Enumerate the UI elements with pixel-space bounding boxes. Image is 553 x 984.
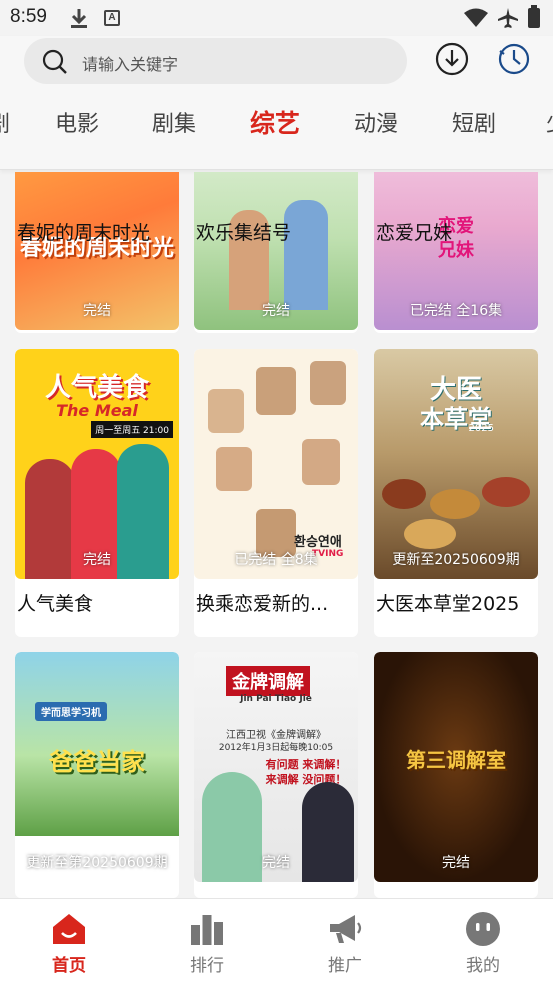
video-card[interactable]: 大医 本草堂 2025 更新至20250609期 大医本草堂2025: [374, 349, 538, 637]
nav-ranking[interactable]: 排行: [138, 899, 276, 984]
video-card[interactable]: 完结 欢乐集结号: [194, 172, 358, 333]
poster-title-line2: 本草堂: [420, 405, 492, 433]
poster-year: 2025: [468, 423, 494, 434]
video-card[interactable]: 学而思学习机 爸爸当家 更新至第20250609期: [15, 652, 179, 898]
nav-label: 首页: [52, 956, 86, 976]
poster-schedule: 周一至周五 21:00: [91, 421, 173, 438]
status-badge: 完结: [262, 303, 290, 319]
poster-pinyin: Jin Pai Tiao Jie: [240, 694, 312, 704]
status-badge: 更新至20250609期: [392, 552, 520, 568]
poster-image: 完结: [194, 172, 358, 330]
status-time: 8:59: [10, 6, 47, 27]
poster-schedule: 2012年1月3日起每晚10:05: [218, 743, 334, 753]
poster-title: 第三调解室: [406, 748, 506, 772]
poster-image: 환승연애 TVING 已完结 全8集: [194, 349, 358, 579]
nav-home[interactable]: 首页: [0, 899, 138, 984]
poster-sponsor: 学而思学习机: [35, 702, 107, 721]
bottom-nav: 首页 排行 推广 我的: [0, 898, 553, 984]
status-badge: 完结: [83, 552, 111, 568]
status-bar: 8:59 A: [0, 0, 553, 36]
search-placeholder: 请输入关键字: [82, 55, 179, 74]
poster-subtitle: The Meal: [56, 401, 138, 420]
nav-label: 排行: [190, 956, 224, 976]
download-button[interactable]: [435, 42, 469, 76]
poster-image: 学而思学习机 爸爸当家 更新至第20250609期: [15, 652, 179, 882]
status-badge: 已完结 全8集: [234, 552, 318, 568]
megaphone-icon: [330, 915, 362, 943]
status-badge: 完结: [83, 303, 111, 319]
ranking-icon: [191, 915, 223, 945]
search-icon: [42, 49, 67, 74]
tab-series[interactable]: 剧集: [152, 106, 196, 138]
poster-image: 春妮的周末时光 完结: [15, 172, 179, 330]
wifi-icon: [464, 8, 488, 27]
category-tabs: 剧 电影 剧集 综艺 动漫 短剧 少: [0, 106, 553, 146]
tab-partial-right[interactable]: 少: [546, 106, 553, 138]
profile-icon: [466, 912, 500, 946]
card-title: 换乘恋爱新的...: [196, 593, 329, 615]
poster-slogan-1: 有问题 来调解！: [265, 758, 347, 771]
tab-anime[interactable]: 动漫: [354, 106, 398, 138]
poster-image: 人气美食 The Meal 周一至周五 21:00 完结: [15, 349, 179, 579]
status-badge: 已完结 全16集: [409, 303, 503, 319]
video-card[interactable]: 人气美食 The Meal 周一至周五 21:00 完结 人气美食: [15, 349, 179, 637]
tab-partial-left[interactable]: 剧: [0, 106, 10, 138]
poster-title: 金牌调解: [226, 666, 310, 696]
status-badge: 完结: [442, 855, 470, 871]
card-title: 人气美食: [17, 593, 94, 615]
nav-profile[interactable]: 我的: [414, 899, 552, 984]
poster-image: 金牌调解 Jin Pai Tiao Jie 江西卫视《金牌调解》 2012年1月…: [194, 652, 358, 882]
card-title: 大医本草堂2025: [376, 593, 520, 615]
status-badge: 更新至第20250609期: [26, 855, 168, 871]
card-title: 欢乐集结号: [196, 222, 292, 244]
poster-channel: 江西卫视《金牌调解》: [226, 730, 326, 741]
video-card[interactable]: 金牌调解 Jin Pai Tiao Jie 江西卫视《金牌调解》 2012年1月…: [194, 652, 358, 898]
poster-image: 第三调解室 完结: [374, 652, 538, 882]
poster-image: 大医 本草堂 2025 更新至20250609期: [374, 349, 538, 579]
video-card[interactable]: 第三调解室 完结: [374, 652, 538, 898]
search-bar[interactable]: 请输入关键字: [24, 38, 407, 84]
history-button[interactable]: [497, 42, 531, 76]
battery-icon: [528, 5, 540, 28]
home-icon: [53, 914, 85, 944]
status-badge: 完结: [262, 855, 290, 871]
poster-image: 恋爱 兄妹 已完结 全16集: [374, 172, 538, 330]
content-grid: 春妮的周末时光 完结 春妮的周末时光 完结 欢乐集结号 恋爱 兄妹 已完结 全1…: [0, 172, 553, 898]
app: 8:59 A 请输入关键字 电影 剧集 综艺 动漫 短剧 春妮的周末时光 完结 …: [0, 0, 553, 984]
header: 请输入关键字 剧 电影 剧集 综艺 动漫 短剧 少: [0, 36, 553, 170]
poster-title: 人气美食: [44, 373, 149, 403]
nav-promotion[interactable]: 推广: [276, 899, 414, 984]
tab-variety[interactable]: 综艺: [250, 104, 300, 140]
video-card[interactable]: 환승연애 TVING 已完结 全8集 换乘恋爱新的...: [194, 349, 358, 637]
tab-short-drama[interactable]: 短剧: [452, 106, 496, 138]
tab-movie[interactable]: 电影: [55, 106, 99, 138]
download-status-icon: [71, 9, 87, 28]
a-status-icon: A: [104, 10, 120, 26]
video-card[interactable]: 恋爱 兄妹 已完结 全16集 恋爱兄妹: [374, 172, 538, 333]
poster-title: 爸爸当家: [49, 748, 145, 776]
video-card[interactable]: 春妮的周末时光 完结 春妮的周末时光: [15, 172, 179, 333]
nav-label: 推广: [328, 956, 362, 976]
nav-label: 我的: [466, 956, 500, 976]
card-title: 春妮的周末时光: [17, 222, 151, 244]
poster-title: 환승연애: [294, 535, 342, 550]
card-title: 恋爱兄妹: [376, 222, 453, 244]
airplane-icon: [498, 8, 518, 28]
